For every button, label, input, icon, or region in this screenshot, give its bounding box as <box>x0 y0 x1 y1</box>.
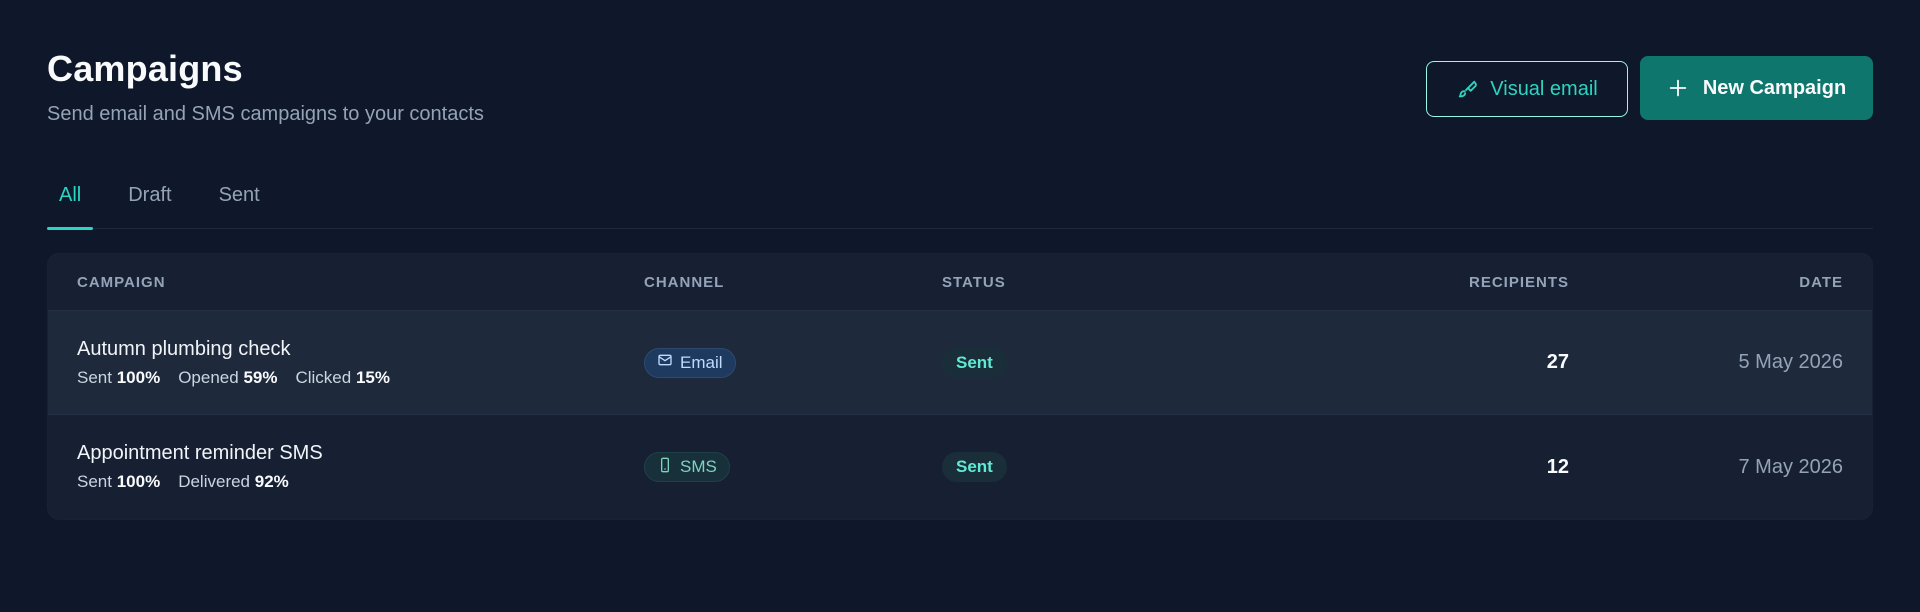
status-cell: Sent <box>942 347 1242 378</box>
campaigns-page: Campaigns Send email and SMS campaigns t… <box>0 0 1920 612</box>
campaign-date: 5 May 2026 <box>1738 351 1843 373</box>
campaign-cell: Appointment reminder SMS Sent 100% Deliv… <box>48 442 644 492</box>
table-header: CAMPAIGN CHANNEL STATUS RECIPIENTS DATE <box>48 254 1872 311</box>
column-header-campaign[interactable]: CAMPAIGN <box>48 274 644 291</box>
tab-sent[interactable]: Sent <box>207 160 272 229</box>
recipients-count: 27 <box>1546 351 1569 373</box>
campaign-date: 7 May 2026 <box>1738 455 1843 478</box>
column-header-recipients[interactable]: RECIPIENTS <box>1242 274 1569 291</box>
channel-label: Email <box>680 352 723 372</box>
channel-chip: Email <box>644 347 736 378</box>
column-header-date[interactable]: DATE <box>1569 274 1872 291</box>
page-subtitle: Send email and SMS campaigns to your con… <box>47 103 484 125</box>
channel-chip: SMS <box>644 452 730 482</box>
column-header-status[interactable]: STATUS <box>942 274 1242 291</box>
tab-all[interactable]: All <box>47 160 94 230</box>
campaign-tabs: All Draft Sent <box>47 160 1873 230</box>
metric-sent: Sent 100% <box>77 472 161 491</box>
metric-clicked: Clicked 15% <box>295 367 390 387</box>
new-campaign-label: New Campaign <box>1702 76 1847 99</box>
new-campaign-button[interactable]: New Campaign <box>1640 56 1873 120</box>
brush-icon <box>1456 78 1478 100</box>
campaign-cell: Autumn plumbing check Sent 100% Opened 5… <box>48 338 644 388</box>
status-cell: Sent <box>942 452 1242 482</box>
plus-icon <box>1667 77 1689 99</box>
channel-cell: Email <box>644 347 942 378</box>
mail-icon <box>657 352 673 373</box>
recipients-count: 12 <box>1546 455 1569 478</box>
table-row[interactable]: Autumn plumbing check Sent 100% Opened 5… <box>48 311 1872 415</box>
header-actions: Visual email New Campaign <box>1426 56 1873 120</box>
visual-email-label: Visual email <box>1490 77 1598 100</box>
column-header-channel[interactable]: CHANNEL <box>644 274 942 291</box>
channel-cell: SMS <box>644 452 942 482</box>
tab-draft[interactable]: Draft <box>116 160 183 229</box>
visual-email-button[interactable]: Visual email <box>1426 61 1628 117</box>
campaign-metrics: Sent 100% Opened 59% Clicked 15% <box>77 368 644 388</box>
table-row[interactable]: Appointment reminder SMS Sent 100% Deliv… <box>48 415 1872 519</box>
channel-label: SMS <box>680 457 717 476</box>
status-badge: Sent <box>942 452 1007 482</box>
metric-opened: Opened 59% <box>178 367 278 387</box>
campaign-metrics: Sent 100% Delivered 92% <box>77 472 644 492</box>
campaign-name[interactable]: Appointment reminder SMS <box>77 442 644 465</box>
campaign-name[interactable]: Autumn plumbing check <box>77 338 644 361</box>
page-header: Campaigns Send email and SMS campaigns t… <box>47 0 1873 160</box>
metric-delivered: Delivered 92% <box>178 472 289 491</box>
campaigns-table: CAMPAIGN CHANNEL STATUS RECIPIENTS DATE … <box>47 253 1873 520</box>
metric-sent: Sent 100% <box>77 367 161 387</box>
page-title: Campaigns <box>47 48 243 89</box>
status-badge: Sent <box>942 347 1007 378</box>
phone-icon <box>657 457 673 478</box>
